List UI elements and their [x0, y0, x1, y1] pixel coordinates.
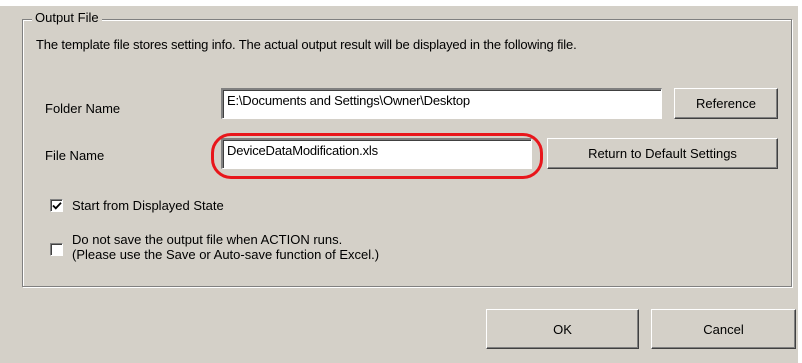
no-save-label-line1: Do not save the output file when ACTION …: [72, 232, 343, 247]
start-displayed-label[interactable]: Start from Displayed State: [72, 198, 224, 213]
return-to-default-button[interactable]: Return to Default Settings: [547, 138, 778, 169]
no-save-checkbox[interactable]: [50, 243, 63, 256]
ok-button[interactable]: OK: [486, 309, 639, 349]
no-save-label[interactable]: Do not save the output file when ACTION …: [72, 232, 379, 262]
output-file-dialog: Output File The template file stores set…: [0, 0, 802, 363]
file-name-input[interactable]: DeviceDataModification.xls: [221, 138, 532, 169]
folder-name-label: Folder Name: [45, 101, 121, 116]
screenshot-edge-right: [798, 0, 802, 363]
group-title: Output File: [32, 10, 102, 26]
file-name-label: File Name: [45, 148, 105, 163]
screenshot-edge-top: [0, 0, 802, 6]
folder-name-input[interactable]: E:\Documents and Settings\Owner\Desktop: [221, 88, 662, 119]
cancel-button[interactable]: Cancel: [651, 309, 796, 349]
start-displayed-checkbox[interactable]: [50, 199, 63, 212]
no-save-label-line2: (Please use the Save or Auto-save functi…: [72, 247, 380, 262]
reference-button[interactable]: Reference: [674, 88, 778, 119]
group-description: The template file stores setting info. T…: [36, 37, 577, 52]
checkmark-icon: [52, 202, 62, 210]
